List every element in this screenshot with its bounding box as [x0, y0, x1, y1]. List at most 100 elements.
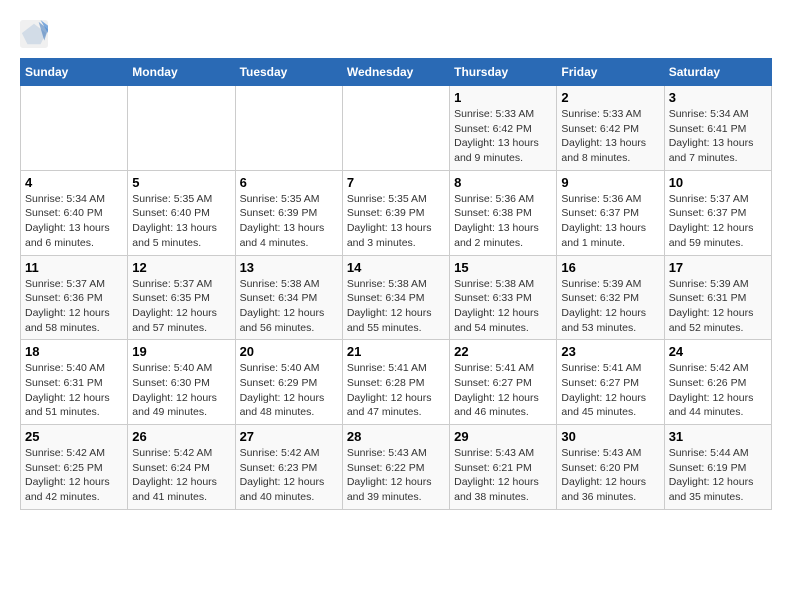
header-monday: Monday [128, 59, 235, 86]
day-number: 18 [25, 344, 123, 359]
day-cell: 8Sunrise: 5:36 AM Sunset: 6:38 PM Daylig… [450, 170, 557, 255]
day-info: Sunrise: 5:43 AM Sunset: 6:22 PM Dayligh… [347, 446, 445, 505]
day-cell: 29 Sunrise: 5:43 AM Sunset: 6:21 PM Dayli… [450, 425, 557, 510]
day-number: 2 [561, 90, 659, 105]
day-info: Sunrise: 5:41 AM Sunset: 6:27 PM Dayligh… [561, 361, 659, 420]
day-number: 24 [669, 344, 767, 359]
day-info: Sunrise: 5:35 AM Sunset: 6:39 PM Dayligh… [347, 192, 445, 251]
day-info: Sunrise: 5:35 AM Sunset: 6:40 PM Dayligh… [132, 192, 230, 251]
day-info: Sunrise: 5:42 AM Sunset: 6:26 PM Dayligh… [669, 361, 767, 420]
header-tuesday: Tuesday [235, 59, 342, 86]
day-number: 9 [561, 175, 659, 190]
day-number: 13 [240, 260, 338, 275]
day-info: Sunrise: 5:40 AM Sunset: 6:31 PM Dayligh… [25, 361, 123, 420]
day-number: 12 [132, 260, 230, 275]
day-info: Sunrise: 5:39 AM Sunset: 6:32 PM Dayligh… [561, 277, 659, 336]
week-row-3: 11Sunrise: 5:37 AM Sunset: 6:36 PM Dayli… [21, 255, 772, 340]
day-cell: 5 Sunrise: 5:35 AM Sunset: 6:40 PM Daylig… [128, 170, 235, 255]
day-info: Sunrise: 5:37 AM Sunset: 6:36 PM Dayligh… [25, 277, 123, 336]
day-number: 16 [561, 260, 659, 275]
day-number: 19 [132, 344, 230, 359]
header-wednesday: Wednesday [342, 59, 449, 86]
day-cell: 1 Sunrise: 5:33 AM Sunset: 6:42 PM Daylig… [450, 86, 557, 171]
day-number: 17 [669, 260, 767, 275]
day-cell: 18 Sunrise: 5:40 AM Sunset: 6:31 PM Dayli… [21, 340, 128, 425]
logo [20, 20, 52, 48]
day-info: Sunrise: 5:38 AM Sunset: 6:34 PM Dayligh… [240, 277, 338, 336]
day-number: 29 [454, 429, 552, 444]
day-number: 10 [669, 175, 767, 190]
calendar-body: 1 Sunrise: 5:33 AM Sunset: 6:42 PM Daylig… [21, 86, 772, 510]
day-cell: 28 Sunrise: 5:43 AM Sunset: 6:22 PM Dayli… [342, 425, 449, 510]
day-cell: 10 Sunrise: 5:37 AM Sunset: 6:37 PM Dayli… [664, 170, 771, 255]
day-number: 1 [454, 90, 552, 105]
header-sunday: Sunday [21, 59, 128, 86]
week-row-5: 25 Sunrise: 5:42 AM Sunset: 6:25 PM Dayli… [21, 425, 772, 510]
day-info: Sunrise: 5:36 AM Sunset: 6:38 PM Dayligh… [454, 192, 552, 251]
day-cell: 17Sunrise: 5:39 AM Sunset: 6:31 PM Dayli… [664, 255, 771, 340]
day-number: 22 [454, 344, 552, 359]
day-cell: 22Sunrise: 5:41 AM Sunset: 6:27 PM Dayli… [450, 340, 557, 425]
day-number: 4 [25, 175, 123, 190]
day-info: Sunrise: 5:44 AM Sunset: 6:19 PM Dayligh… [669, 446, 767, 505]
day-info: Sunrise: 5:43 AM Sunset: 6:21 PM Dayligh… [454, 446, 552, 505]
day-number: 27 [240, 429, 338, 444]
day-cell [21, 86, 128, 171]
day-info: Sunrise: 5:40 AM Sunset: 6:30 PM Dayligh… [132, 361, 230, 420]
calendar-table: SundayMondayTuesdayWednesdayThursdayFrid… [20, 58, 772, 510]
day-cell: 26 Sunrise: 5:42 AM Sunset: 6:24 PM Dayli… [128, 425, 235, 510]
day-number: 28 [347, 429, 445, 444]
week-row-1: 1 Sunrise: 5:33 AM Sunset: 6:42 PM Daylig… [21, 86, 772, 171]
day-info: Sunrise: 5:37 AM Sunset: 6:35 PM Dayligh… [132, 277, 230, 336]
day-cell: 4 Sunrise: 5:34 AM Sunset: 6:40 PM Daylig… [21, 170, 128, 255]
day-info: Sunrise: 5:38 AM Sunset: 6:34 PM Dayligh… [347, 277, 445, 336]
day-cell [128, 86, 235, 171]
day-cell: 24 Sunrise: 5:42 AM Sunset: 6:26 PM Dayli… [664, 340, 771, 425]
day-cell: 3 Sunrise: 5:34 AM Sunset: 6:41 PM Daylig… [664, 86, 771, 171]
day-cell [235, 86, 342, 171]
day-cell: 6 Sunrise: 5:35 AM Sunset: 6:39 PM Daylig… [235, 170, 342, 255]
week-row-4: 18 Sunrise: 5:40 AM Sunset: 6:31 PM Dayli… [21, 340, 772, 425]
day-info: Sunrise: 5:34 AM Sunset: 6:40 PM Dayligh… [25, 192, 123, 251]
day-number: 6 [240, 175, 338, 190]
day-number: 15 [454, 260, 552, 275]
day-number: 30 [561, 429, 659, 444]
day-cell: 12 Sunrise: 5:37 AM Sunset: 6:35 PM Dayli… [128, 255, 235, 340]
day-info: Sunrise: 5:37 AM Sunset: 6:37 PM Dayligh… [669, 192, 767, 251]
day-cell: 20 Sunrise: 5:40 AM Sunset: 6:29 PM Dayli… [235, 340, 342, 425]
day-number: 5 [132, 175, 230, 190]
day-info: Sunrise: 5:34 AM Sunset: 6:41 PM Dayligh… [669, 107, 767, 166]
day-cell: 19 Sunrise: 5:40 AM Sunset: 6:30 PM Dayli… [128, 340, 235, 425]
day-info: Sunrise: 5:42 AM Sunset: 6:24 PM Dayligh… [132, 446, 230, 505]
day-number: 23 [561, 344, 659, 359]
day-number: 3 [669, 90, 767, 105]
day-number: 26 [132, 429, 230, 444]
page-header [20, 20, 772, 48]
day-info: Sunrise: 5:40 AM Sunset: 6:29 PM Dayligh… [240, 361, 338, 420]
header-thursday: Thursday [450, 59, 557, 86]
day-info: Sunrise: 5:36 AM Sunset: 6:37 PM Dayligh… [561, 192, 659, 251]
day-info: Sunrise: 5:42 AM Sunset: 6:23 PM Dayligh… [240, 446, 338, 505]
day-cell [342, 86, 449, 171]
day-cell: 2 Sunrise: 5:33 AM Sunset: 6:42 PM Daylig… [557, 86, 664, 171]
day-cell: 13 Sunrise: 5:38 AM Sunset: 6:34 PM Dayli… [235, 255, 342, 340]
header-saturday: Saturday [664, 59, 771, 86]
day-info: Sunrise: 5:41 AM Sunset: 6:28 PM Dayligh… [347, 361, 445, 420]
logo-icon [20, 20, 48, 48]
day-cell: 23 Sunrise: 5:41 AM Sunset: 6:27 PM Dayli… [557, 340, 664, 425]
day-info: Sunrise: 5:33 AM Sunset: 6:42 PM Dayligh… [561, 107, 659, 166]
day-cell: 15 Sunrise: 5:38 AM Sunset: 6:33 PM Dayli… [450, 255, 557, 340]
day-info: Sunrise: 5:35 AM Sunset: 6:39 PM Dayligh… [240, 192, 338, 251]
day-number: 21 [347, 344, 445, 359]
day-info: Sunrise: 5:33 AM Sunset: 6:42 PM Dayligh… [454, 107, 552, 166]
day-cell: 31 Sunrise: 5:44 AM Sunset: 6:19 PM Dayli… [664, 425, 771, 510]
week-row-2: 4 Sunrise: 5:34 AM Sunset: 6:40 PM Daylig… [21, 170, 772, 255]
day-info: Sunrise: 5:38 AM Sunset: 6:33 PM Dayligh… [454, 277, 552, 336]
day-number: 25 [25, 429, 123, 444]
day-info: Sunrise: 5:42 AM Sunset: 6:25 PM Dayligh… [25, 446, 123, 505]
day-number: 14 [347, 260, 445, 275]
day-cell: 27 Sunrise: 5:42 AM Sunset: 6:23 PM Dayli… [235, 425, 342, 510]
day-number: 31 [669, 429, 767, 444]
day-number: 20 [240, 344, 338, 359]
day-cell: 25 Sunrise: 5:42 AM Sunset: 6:25 PM Dayli… [21, 425, 128, 510]
